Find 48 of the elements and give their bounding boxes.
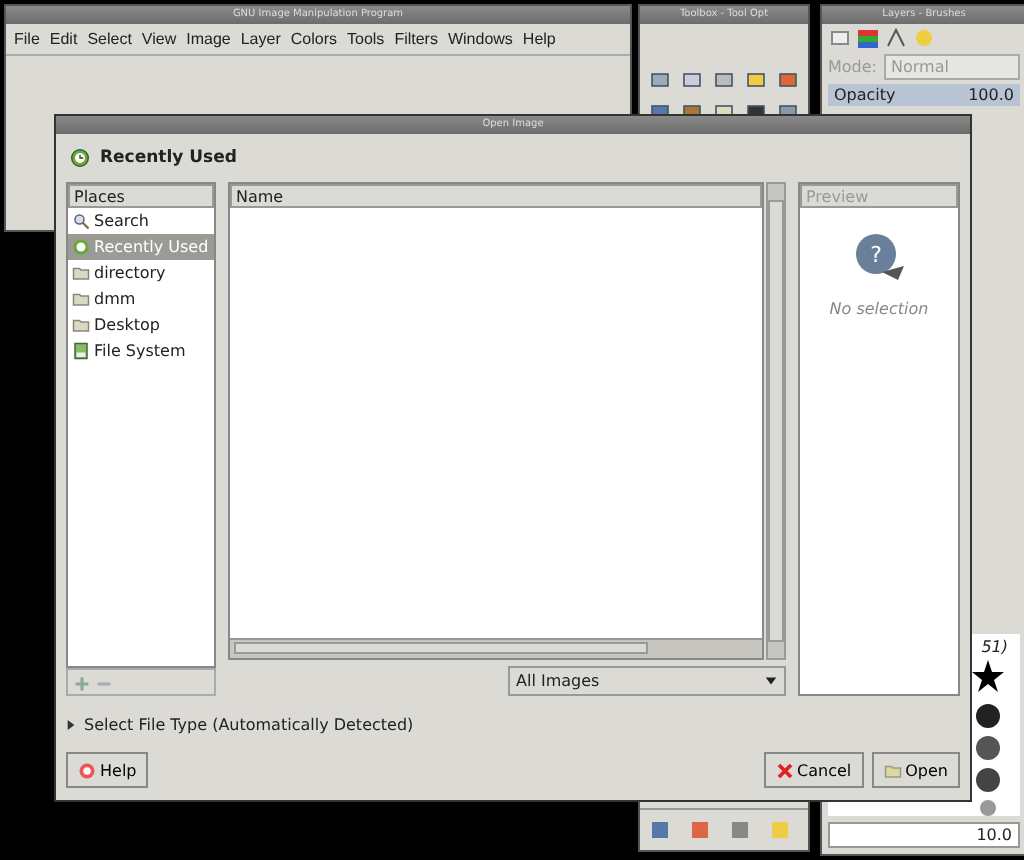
opacity-slider[interactable]: Opacity 100.0 (828, 84, 1020, 106)
location-label: Recently Used (100, 148, 237, 168)
brush-size-field[interactable]: 10.0 (828, 822, 1020, 848)
mode-label: Mode: (828, 58, 877, 76)
menu-item[interactable]: File (14, 30, 40, 48)
menu-item[interactable]: Windows (447, 30, 513, 48)
tool-icon[interactable] (712, 68, 736, 92)
filter-dropdown[interactable]: All Images (508, 666, 786, 696)
file-type-expander[interactable]: Select File Type (Automatically Detected) (66, 716, 960, 734)
menu-item[interactable]: View (141, 30, 177, 48)
channels-tab-icon[interactable] (856, 26, 880, 50)
drive-icon (72, 342, 90, 360)
menu-item[interactable]: Colors (290, 30, 337, 48)
brush-caption: 51) (981, 638, 1008, 656)
paths-tab-icon[interactable] (884, 26, 908, 50)
tool-icon[interactable] (776, 68, 800, 92)
folder-icon (883, 761, 902, 779)
column-header: Preview (800, 184, 958, 208)
menu-item[interactable]: Help (522, 30, 556, 48)
tool-icon[interactable] (648, 68, 672, 92)
dialog-button[interactable]: Help (66, 752, 149, 788)
dialog-button[interactable]: Cancel (763, 752, 864, 788)
column-header[interactable]: Places (68, 184, 214, 208)
horizontal-scrollbar[interactable] (230, 638, 762, 658)
layers-tab-icon[interactable] (828, 26, 852, 50)
place-item[interactable]: File System (68, 338, 214, 364)
menu-item[interactable]: Layer (240, 30, 281, 48)
dialog-button[interactable]: Open (871, 752, 960, 788)
place-item[interactable]: Desktop (68, 312, 214, 338)
menu-item[interactable]: Edit (49, 30, 78, 48)
lifebuoy-icon (78, 761, 96, 779)
menu-item[interactable]: Filters (394, 30, 438, 48)
place-item[interactable]: Search (68, 208, 214, 234)
cross-icon (775, 761, 794, 779)
place-item[interactable]: dmm (68, 286, 214, 312)
menu-item[interactable]: Image (186, 30, 231, 48)
toolbar-icon[interactable] (688, 818, 712, 842)
place-item[interactable]: directory (68, 260, 214, 286)
caret-icon (764, 674, 778, 688)
search-icon (72, 212, 90, 230)
toolbar-icon[interactable] (648, 818, 672, 842)
no-selection-text: No selection (827, 300, 931, 318)
menu-item[interactable]: Select (87, 30, 132, 48)
vertical-scrollbar[interactable] (766, 182, 786, 660)
toolbar-icon[interactable] (728, 818, 752, 842)
column-header[interactable]: Name (230, 184, 762, 208)
menu-item[interactable]: Tools (347, 30, 385, 48)
expander-arrow-icon (66, 720, 76, 730)
